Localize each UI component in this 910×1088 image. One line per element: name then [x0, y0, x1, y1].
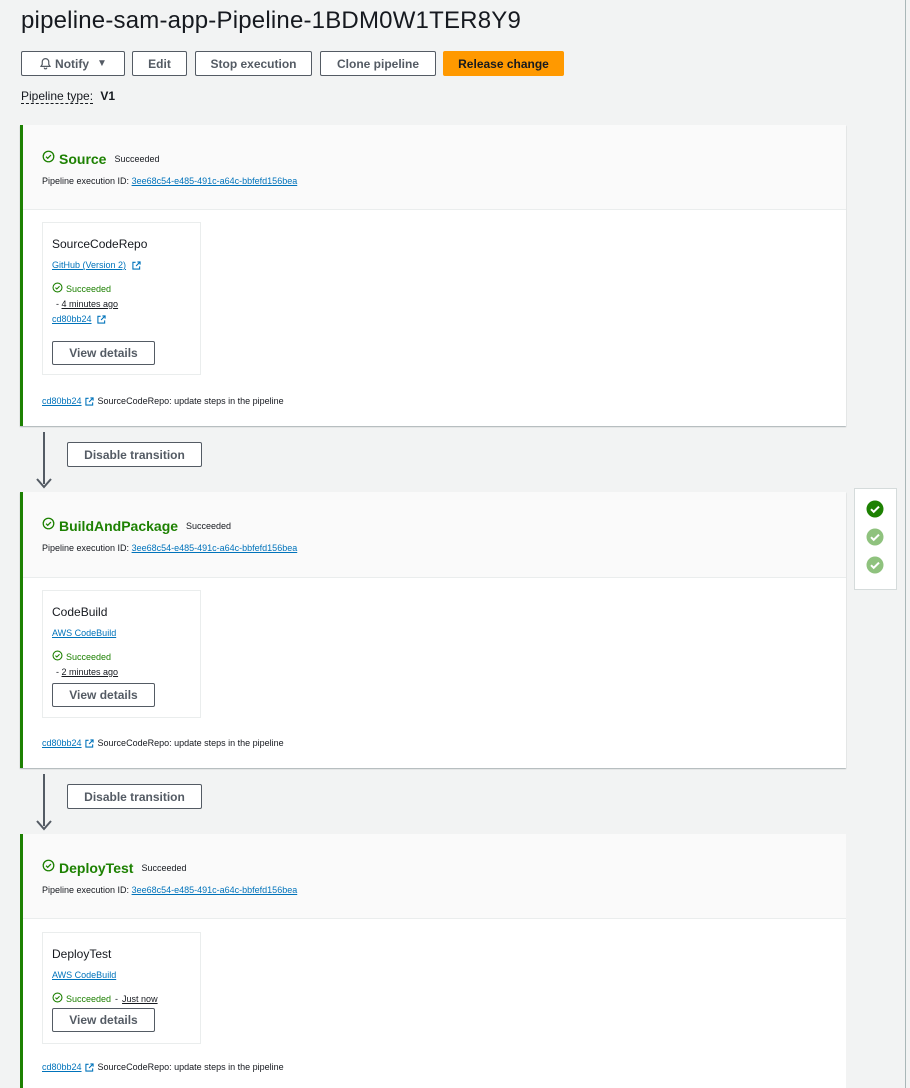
provider-row: GitHub (Version 2)	[52, 260, 141, 270]
external-link-icon[interactable]	[84, 396, 94, 406]
external-link-icon[interactable]	[84, 1062, 94, 1072]
provider-link[interactable]: AWS CodeBuild	[52, 628, 116, 638]
action-time-value[interactable]: Just now	[122, 994, 158, 1004]
action-time-value[interactable]: 4 minutes ago	[62, 299, 119, 309]
action-card-codebuild: CodeBuild AWS CodeBuild Succeeded - 2 mi…	[42, 590, 201, 718]
stage-header: DeployTest Succeeded Pipeline execution …	[23, 834, 846, 919]
stage-footer: cd80bb24 SourceCodeRepo: update steps in…	[42, 1062, 284, 1072]
check-circle-icon	[52, 282, 63, 295]
commit-link[interactable]: cd80bb24	[52, 314, 92, 324]
stage-footer: cd80bb24 SourceCodeRepo: update steps in…	[42, 396, 284, 406]
footer-commit-link[interactable]: cd80bb24	[42, 1062, 82, 1072]
stage-source: Source Succeeded Pipeline execution ID: …	[20, 125, 846, 426]
action-status-text: Succeeded	[66, 993, 112, 1004]
view-details-button[interactable]: View details	[52, 683, 155, 707]
execution-id-row: Pipeline execution ID: 3ee68c54-e485-491…	[42, 885, 297, 895]
release-change-button[interactable]: Release change	[443, 51, 564, 76]
external-link-icon[interactable]	[131, 261, 141, 270]
check-circle-icon	[52, 650, 63, 663]
check-circle-filled-icon[interactable]	[866, 556, 884, 574]
check-circle-icon	[42, 150, 55, 168]
action-name: CodeBuild	[52, 605, 108, 619]
action-name: DeployTest	[52, 947, 112, 961]
action-time-prefix: -	[56, 667, 59, 677]
provider-row: AWS CodeBuild	[52, 970, 116, 980]
commit-row: cd80bb24	[52, 314, 106, 324]
action-card-sourcecoderepo: SourceCodeRepo GitHub (Version 2) Succee…	[42, 222, 201, 375]
notify-button[interactable]: Notify ▼	[21, 51, 125, 76]
action-time: - 4 minutes ago	[56, 299, 118, 309]
view-details-button[interactable]: View details	[52, 1008, 155, 1032]
caret-down-icon: ▼	[97, 58, 107, 69]
footer-commit-message: SourceCodeRepo: update steps in the pipe…	[97, 738, 284, 748]
page-edge-divider	[905, 0, 906, 1088]
check-circle-icon	[42, 517, 55, 535]
provider-link[interactable]: GitHub (Version 2)	[52, 260, 126, 270]
execution-id-row: Pipeline execution ID: 3ee68c54-e485-491…	[42, 176, 297, 186]
action-status-text: Succeeded	[66, 651, 112, 662]
stage-deploytest: DeployTest Succeeded Pipeline execution …	[20, 834, 846, 1088]
pipeline-type-value: V1	[100, 89, 116, 103]
pipeline-type-label[interactable]: Pipeline type:	[21, 89, 94, 104]
stage-title: Source Succeeded	[42, 150, 160, 168]
action-time-prefix: -	[56, 299, 59, 309]
check-circle-icon	[52, 992, 63, 1005]
footer-commit-message: SourceCodeRepo: update steps in the pipe…	[97, 1062, 284, 1072]
stage-title: DeployTest Succeeded	[42, 859, 186, 877]
provider-link[interactable]: AWS CodeBuild	[52, 970, 116, 980]
footer-commit-link[interactable]: cd80bb24	[42, 396, 82, 406]
action-name: SourceCodeRepo	[52, 237, 148, 251]
disable-transition-button[interactable]: Disable transition	[67, 442, 202, 467]
execution-id-link[interactable]: 3ee68c54-e485-491c-a64c-bbfefd156bea	[132, 885, 298, 895]
stage-footer: cd80bb24 SourceCodeRepo: update steps in…	[42, 738, 284, 748]
stop-execution-button[interactable]: Stop execution	[195, 51, 312, 76]
stage-status: Succeeded	[141, 863, 187, 873]
arrow-down-icon	[36, 478, 52, 489]
action-time-value[interactable]: 2 minutes ago	[62, 667, 119, 677]
stage-name: BuildAndPackage	[59, 518, 179, 534]
check-circle-filled-icon[interactable]	[866, 528, 884, 546]
stage-name: Source	[59, 151, 107, 167]
pipeline-type: Pipeline type: V1	[21, 89, 116, 104]
execution-id-link[interactable]: 3ee68c54-e485-491c-a64c-bbfefd156bea	[132, 543, 298, 553]
stage-minimap	[854, 488, 897, 590]
action-time: - 2 minutes ago	[56, 667, 118, 677]
notify-label: Notify	[55, 56, 90, 71]
footer-commit-message: SourceCodeRepo: update steps in the pipe…	[97, 396, 284, 406]
stage-header: Source Succeeded Pipeline execution ID: …	[23, 125, 846, 210]
execution-id-label: Pipeline execution ID:	[42, 176, 130, 186]
footer-commit-link[interactable]: cd80bb24	[42, 738, 82, 748]
stage-name: DeployTest	[59, 860, 134, 876]
bell-icon	[39, 57, 52, 70]
action-status: Succeeded	[52, 650, 111, 663]
action-status: Succeeded	[52, 282, 111, 295]
action-time-prefix: -	[115, 993, 119, 1004]
view-details-button[interactable]: View details	[52, 341, 155, 365]
external-link-icon[interactable]	[97, 315, 106, 324]
execution-id-label: Pipeline execution ID:	[42, 885, 130, 895]
check-circle-icon	[42, 859, 55, 877]
check-circle-filled-icon[interactable]	[866, 500, 884, 518]
execution-id-row: Pipeline execution ID: 3ee68c54-e485-491…	[42, 543, 297, 553]
stage-status: Succeeded	[186, 521, 232, 531]
action-card-deploytest: DeployTest AWS CodeBuild Succeeded - Jus…	[42, 932, 201, 1044]
edit-button[interactable]: Edit	[132, 51, 187, 76]
action-status-text: Succeeded	[66, 283, 112, 294]
stage-status: Succeeded	[114, 154, 160, 164]
execution-id-link[interactable]: 3ee68c54-e485-491c-a64c-bbfefd156bea	[132, 176, 298, 186]
action-status: Succeeded - Just now	[52, 992, 158, 1005]
provider-row: AWS CodeBuild	[52, 628, 116, 638]
stage-buildandpackage: BuildAndPackage Succeeded Pipeline execu…	[20, 492, 846, 768]
external-link-icon[interactable]	[84, 738, 94, 748]
clone-pipeline-button[interactable]: Clone pipeline	[320, 51, 436, 76]
execution-id-label: Pipeline execution ID:	[42, 543, 130, 553]
disable-transition-button[interactable]: Disable transition	[67, 784, 202, 809]
stage-header: BuildAndPackage Succeeded Pipeline execu…	[23, 492, 846, 578]
stage-title: BuildAndPackage Succeeded	[42, 517, 231, 535]
page-title: pipeline-sam-app-Pipeline-1BDM0W1TER8Y9	[21, 7, 522, 34]
arrow-down-icon	[36, 820, 52, 831]
